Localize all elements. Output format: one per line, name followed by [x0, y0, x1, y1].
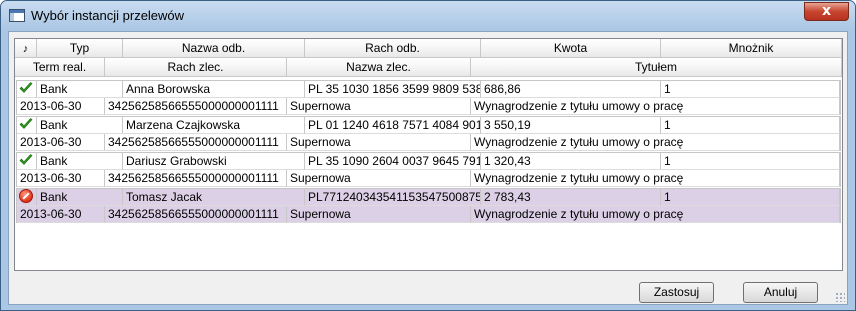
dialog-window: Wybór instancji przelewów x ♪ Typ Nazwa …: [0, 0, 856, 311]
apply-button[interactable]: Zastosuj: [639, 282, 714, 303]
cell-rach-odb: PL77124034354115354750087563: [305, 189, 481, 206]
cell-term-real: 2013-06-30: [17, 206, 105, 223]
table-row-selected[interactable]: Bank Tomasz Jacak PL77124034354115354750…: [16, 188, 841, 223]
close-button[interactable]: x: [804, 2, 849, 21]
cell-tytulem: Wynagrodzenie z tytułu umowy o pracę: [471, 206, 840, 223]
cell-rach-zlec: 34256258566555000000001111: [105, 170, 287, 187]
cell-nazwa-odb: Marzena Czajkowska: [123, 117, 305, 134]
checkmark-icon: [19, 118, 33, 129]
column-header-mnoznik[interactable]: Mnożnik: [661, 39, 842, 58]
column-header-nazwa-odb[interactable]: Nazwa odb.: [123, 39, 305, 58]
cancel-button[interactable]: Anuluj: [743, 282, 818, 303]
grid-header-row-2: Term real. Rach zlec. Nazwa zlec. Tytułe…: [15, 58, 842, 77]
cell-nazwa-odb: Tomasz Jacak: [123, 189, 305, 206]
table-row-line-1: Bank Marzena Czajkowska PL 01 1240 4618 …: [17, 117, 840, 134]
cell-kwota: 2 783,43: [481, 189, 661, 206]
cell-typ: Bank: [37, 153, 123, 170]
table-row-line-2: 2013-06-30 34256258566555000000001111 Su…: [17, 134, 840, 151]
table-row[interactable]: Bank Marzena Czajkowska PL 01 1240 4618 …: [16, 116, 841, 151]
column-header-nazwa-zlec[interactable]: Nazwa zlec.: [287, 58, 471, 77]
table-row-line-1: Bank Anna Borowska PL 35 1030 1856 3599 …: [17, 81, 840, 98]
table-row-line-1: Bank Dariusz Grabowski PL 35 1090 2604 0…: [17, 153, 840, 170]
status-cell: [17, 81, 37, 98]
table-row-line-2: 2013-06-30 34256258566555000000001111 Su…: [17, 170, 840, 187]
cell-rach-zlec: 34256258566555000000001111: [105, 206, 287, 223]
dialog-client-area: ♪ Typ Nazwa odb. Rach odb. Kwota Mnożnik…: [8, 31, 848, 305]
column-header-typ[interactable]: Typ: [37, 39, 123, 58]
cell-nazwa-odb: Anna Borowska: [123, 81, 305, 98]
cell-kwota: 1 320,43: [481, 153, 661, 170]
column-header-rach-odb[interactable]: Rach odb.: [305, 39, 481, 58]
status-cell: [17, 153, 37, 170]
status-cell: [17, 189, 37, 206]
cell-nazwa-zlec: Supernowa: [287, 206, 471, 223]
cell-typ: Bank: [37, 189, 123, 206]
sort-icon: ♪: [22, 43, 29, 55]
cell-tytulem: Wynagrodzenie z tytułu umowy o pracę: [471, 98, 840, 115]
column-header-rach-zlec[interactable]: Rach zlec.: [105, 58, 287, 77]
cell-nazwa-zlec: Supernowa: [287, 134, 471, 151]
cell-kwota: 686,86: [481, 81, 661, 98]
cell-kwota: 3 550,19: [481, 117, 661, 134]
table-row[interactable]: Bank Dariusz Grabowski PL 35 1090 2604 0…: [16, 152, 841, 187]
table-row-line-2: 2013-06-30 34256258566555000000001111 Su…: [17, 98, 840, 115]
grid-header-row-1: ♪ Typ Nazwa odb. Rach odb. Kwota Mnożnik: [15, 39, 842, 58]
cell-term-real: 2013-06-30: [17, 170, 105, 187]
transfers-grid[interactable]: ♪ Typ Nazwa odb. Rach odb. Kwota Mnożnik…: [14, 38, 843, 271]
resize-grip[interactable]: [835, 292, 845, 302]
table-row[interactable]: Bank Anna Borowska PL 35 1030 1856 3599 …: [16, 80, 841, 115]
cell-typ: Bank: [37, 117, 123, 134]
cell-mnoznik: 1: [661, 189, 840, 206]
column-header-kwota[interactable]: Kwota: [481, 39, 661, 58]
cell-typ: Bank: [37, 81, 123, 98]
cell-tytulem: Wynagrodzenie z tytułu umowy o pracę: [471, 170, 840, 187]
cell-mnoznik: 1: [661, 117, 840, 134]
cell-mnoznik: 1: [661, 81, 840, 98]
sort-order-header[interactable]: ♪: [15, 39, 37, 58]
cell-rach-odb: PL 01 1240 4618 7571 4084 9012 ...: [305, 117, 481, 134]
title-bar[interactable]: Wybór instancji przelewów x: [1, 1, 855, 31]
cell-mnoznik: 1: [661, 153, 840, 170]
cell-rach-zlec: 34256258566555000000001111: [105, 98, 287, 115]
checkmark-icon: [19, 154, 33, 165]
cell-rach-odb: PL 35 1090 2604 0037 9645 7912 ...: [305, 153, 481, 170]
status-cell: [17, 117, 37, 134]
window-title: Wybór instancji przelewów: [31, 8, 185, 23]
cell-nazwa-odb: Dariusz Grabowski: [123, 153, 305, 170]
cell-tytulem: Wynagrodzenie z tytułu umowy o pracę: [471, 134, 840, 151]
cell-term-real: 2013-06-30: [17, 134, 105, 151]
cell-rach-odb: PL 35 1030 1856 3599 9809 5384 ...: [305, 81, 481, 98]
cell-nazwa-zlec: Supernowa: [287, 170, 471, 187]
column-header-tytulem[interactable]: Tytułem: [471, 58, 842, 77]
error-stop-icon: [19, 189, 33, 203]
cell-rach-zlec: 34256258566555000000001111: [105, 134, 287, 151]
table-row-line-1: Bank Tomasz Jacak PL77124034354115354750…: [17, 189, 840, 206]
cell-term-real: 2013-06-30: [17, 98, 105, 115]
window-app-icon: [9, 9, 25, 22]
column-header-term-real[interactable]: Term real.: [15, 58, 105, 77]
table-row-line-2: 2013-06-30 34256258566555000000001111 Su…: [17, 206, 840, 223]
cell-nazwa-zlec: Supernowa: [287, 98, 471, 115]
checkmark-icon: [19, 82, 33, 93]
